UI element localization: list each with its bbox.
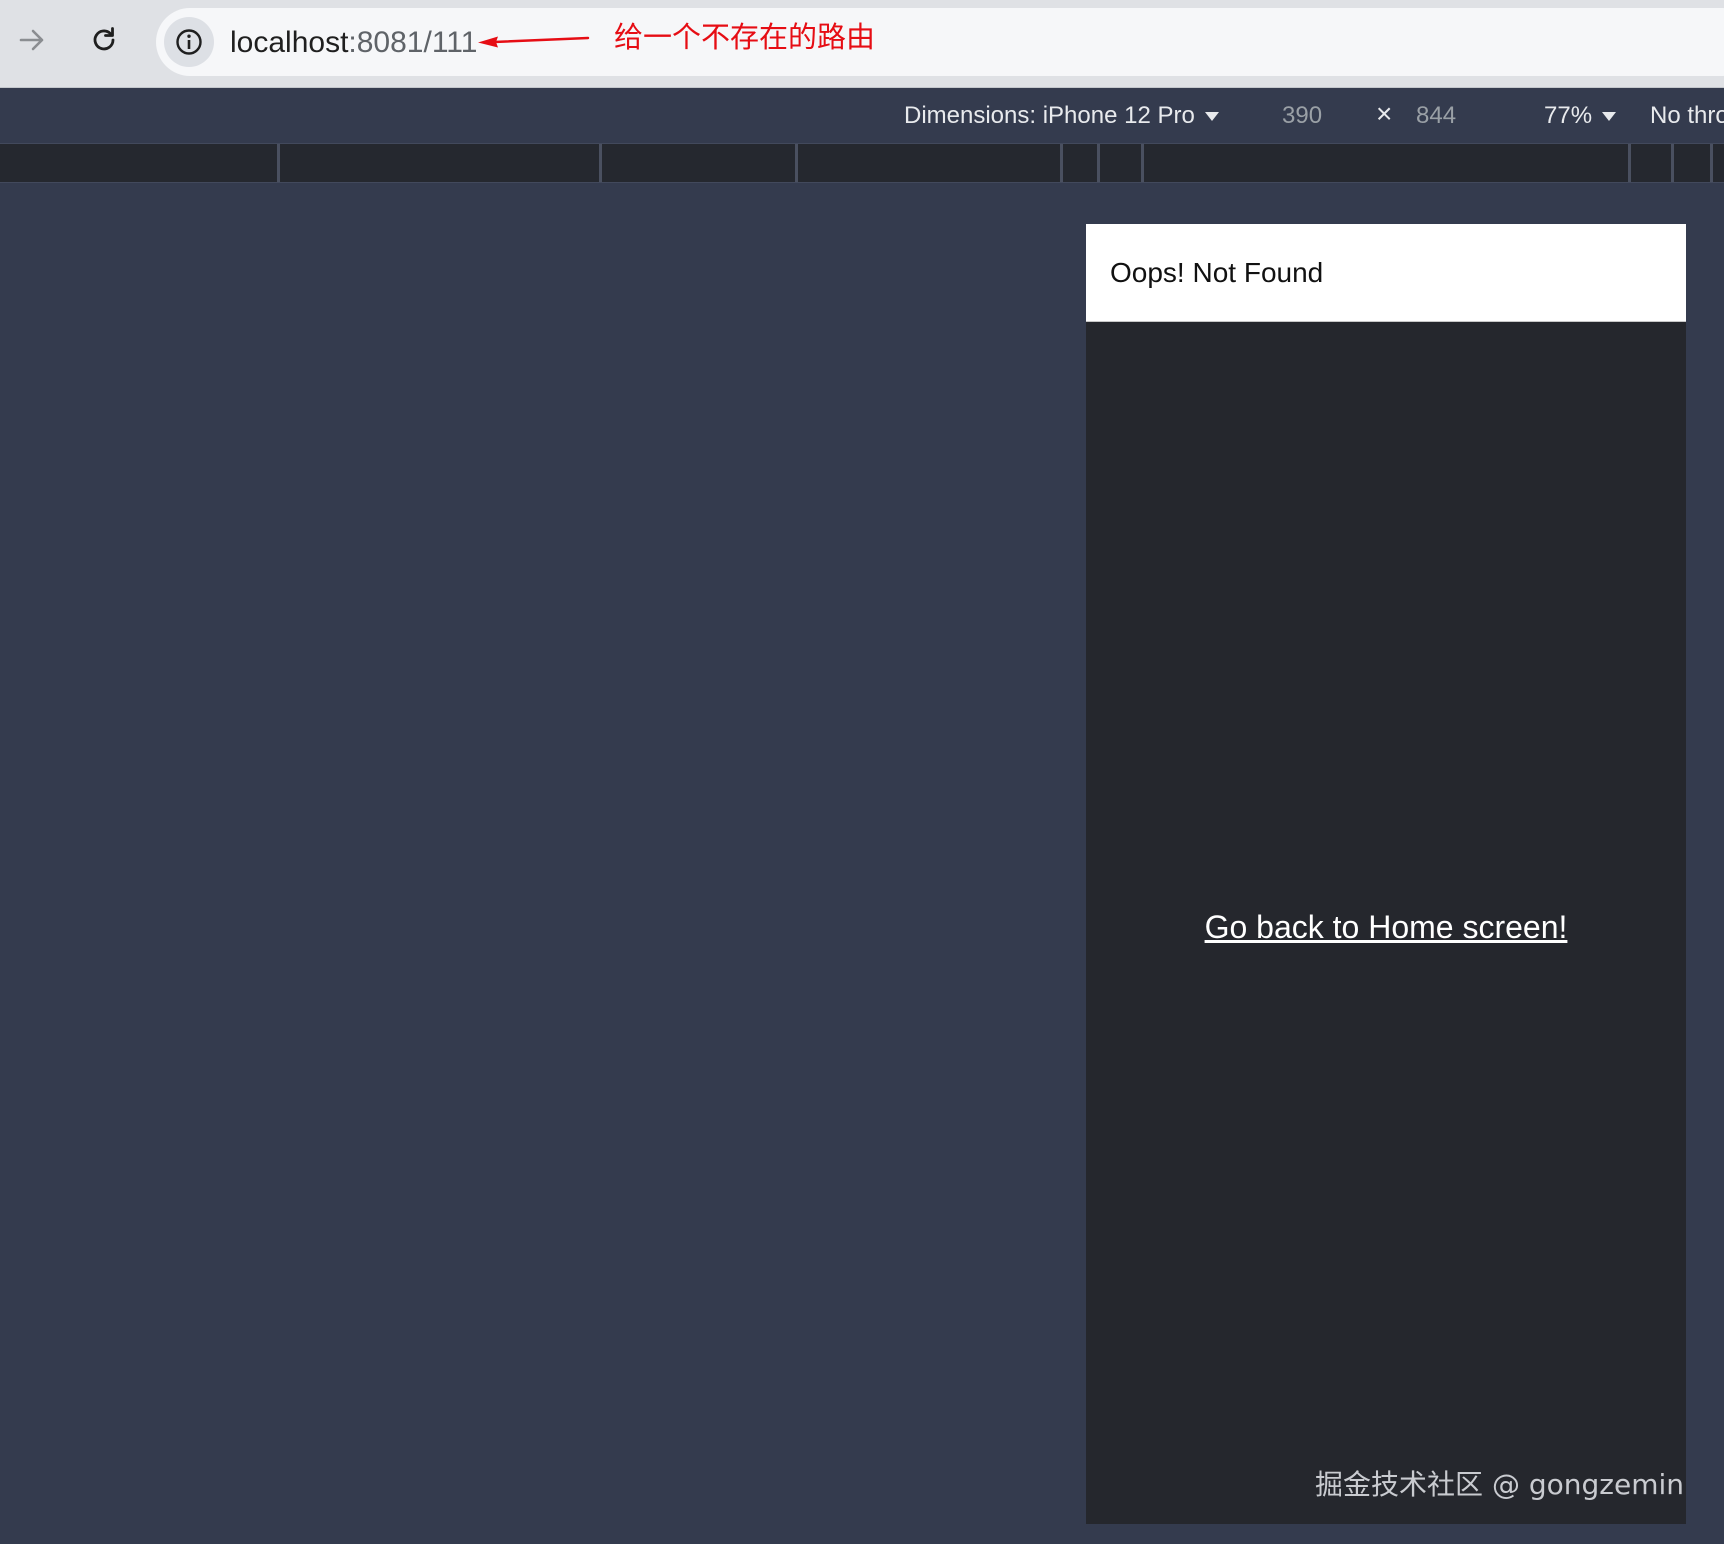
media-query-divider (1671, 144, 1674, 182)
reload-button[interactable] (76, 12, 132, 68)
forward-arrow-icon (19, 29, 44, 51)
media-query-divider (795, 144, 798, 182)
address-bar[interactable]: localhost:8081/111 (156, 8, 1724, 76)
media-query-divider (1060, 144, 1063, 182)
info-icon (176, 29, 202, 55)
media-query-divider (1141, 144, 1144, 182)
site-info-button[interactable] (164, 17, 214, 67)
media-query-divider (1628, 144, 1631, 182)
dimensions-dropdown[interactable]: Dimensions: iPhone 12 Pro (904, 102, 1219, 130)
chevron-down-icon (1602, 112, 1617, 122)
browser-toolbar: localhost:8081/111 给一个不存在的路由 (0, 0, 1724, 88)
media-query-bar[interactable] (0, 143, 1724, 183)
media-query-divider (1097, 144, 1100, 182)
reload-icon (93, 27, 115, 51)
url-host: localhost (230, 26, 349, 59)
height-input[interactable]: 844 (1416, 102, 1456, 130)
app-header: Oops! Not Found (1086, 224, 1686, 322)
width-input[interactable]: 390 (1282, 102, 1322, 130)
dimensions-label: Dimensions: iPhone 12 Pro (904, 102, 1195, 129)
zoom-label: 77% (1544, 102, 1593, 129)
zoom-dropdown[interactable]: 77% (1544, 102, 1617, 130)
media-query-divider (277, 144, 280, 182)
page-title: Oops! Not Found (1110, 257, 1324, 288)
device-toolbar: Dimensions: iPhone 12 Pro 390 × 844 77% … (0, 89, 1724, 143)
home-link[interactable]: Go back to Home screen! (1086, 908, 1686, 946)
annotation-note: 给一个不存在的路由 (614, 22, 876, 54)
chevron-down-icon (1204, 112, 1219, 122)
watermark: 掘金技术社区 @ gongzemin (1315, 1468, 1684, 1501)
device-viewport: Oops! Not Found Go back to Home screen! … (1086, 224, 1686, 1524)
forward-button[interactable] (4, 12, 60, 68)
annotation-arrow-icon (478, 36, 590, 48)
url-path: :8081/111 (348, 26, 478, 59)
throttle-dropdown[interactable]: No thro (1650, 102, 1724, 130)
media-query-divider (1710, 144, 1713, 182)
media-query-divider (599, 144, 602, 182)
url-text[interactable]: localhost:8081/111 (230, 26, 477, 60)
swap-dimensions-icon[interactable]: × (1376, 100, 1392, 128)
